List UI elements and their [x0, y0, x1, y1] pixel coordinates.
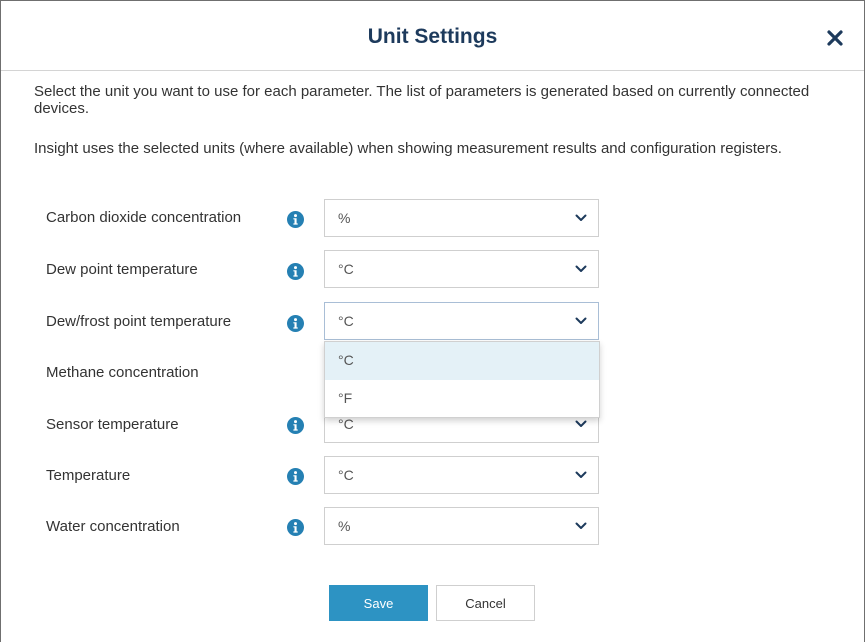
unit-select-temperature[interactable]: °C — [324, 456, 599, 494]
selected-value: °C — [338, 261, 354, 277]
close-icon[interactable] — [824, 27, 846, 49]
selected-value: % — [338, 518, 351, 534]
info-icon[interactable] — [287, 468, 304, 485]
description-text: Select the unit you want to use for each… — [34, 83, 810, 117]
dialog-title: Unit Settings — [367, 25, 498, 48]
option-label: °F — [338, 390, 353, 406]
unit-dropdown-list: °C °F — [324, 341, 600, 418]
cancel-button[interactable]: Cancel — [436, 585, 535, 621]
selected-value: °C — [338, 467, 354, 483]
param-label-temperature: Temperature — [46, 467, 131, 484]
selected-value: °C — [338, 416, 354, 432]
chevron-down-icon — [575, 420, 587, 428]
chevron-down-icon — [575, 317, 587, 325]
param-label-carbon-dioxide: Carbon dioxide concentration — [46, 209, 242, 226]
info-icon[interactable] — [287, 417, 304, 434]
info-icon[interactable] — [287, 519, 304, 536]
chevron-down-icon — [575, 522, 587, 530]
unit-select-water-concentration[interactable]: % — [324, 507, 599, 545]
param-label-dew-frost-point: Dew/frost point temperature — [46, 313, 232, 330]
info-icon[interactable] — [287, 315, 304, 332]
chevron-down-icon — [575, 214, 587, 222]
param-label-water-concentration: Water concentration — [46, 518, 180, 535]
unit-select-dew-point[interactable]: °C — [324, 250, 599, 288]
option-label: °C — [338, 352, 354, 368]
info-icon[interactable] — [287, 263, 304, 280]
description-text-2: Insight uses the selected units (where a… — [34, 140, 782, 157]
dropdown-option-celsius[interactable]: °C — [325, 342, 599, 380]
selected-value: °C — [338, 313, 354, 329]
header-divider — [1, 70, 864, 71]
param-label-sensor-temperature: Sensor temperature — [46, 416, 179, 433]
unit-select-carbon-dioxide[interactable]: % — [324, 199, 599, 237]
chevron-down-icon — [575, 265, 587, 273]
unit-settings-dialog: Unit Settings Select the unit you want t… — [0, 0, 865, 642]
info-icon[interactable] — [287, 211, 304, 228]
unit-select-dew-frost-point[interactable]: °C — [324, 302, 599, 340]
chevron-down-icon — [575, 471, 587, 479]
param-label-methane: Methane concentration — [46, 364, 199, 381]
param-label-dew-point: Dew point temperature — [46, 261, 198, 278]
save-button[interactable]: Save — [329, 585, 428, 621]
dropdown-option-fahrenheit[interactable]: °F — [325, 380, 599, 418]
selected-value: % — [338, 210, 351, 226]
